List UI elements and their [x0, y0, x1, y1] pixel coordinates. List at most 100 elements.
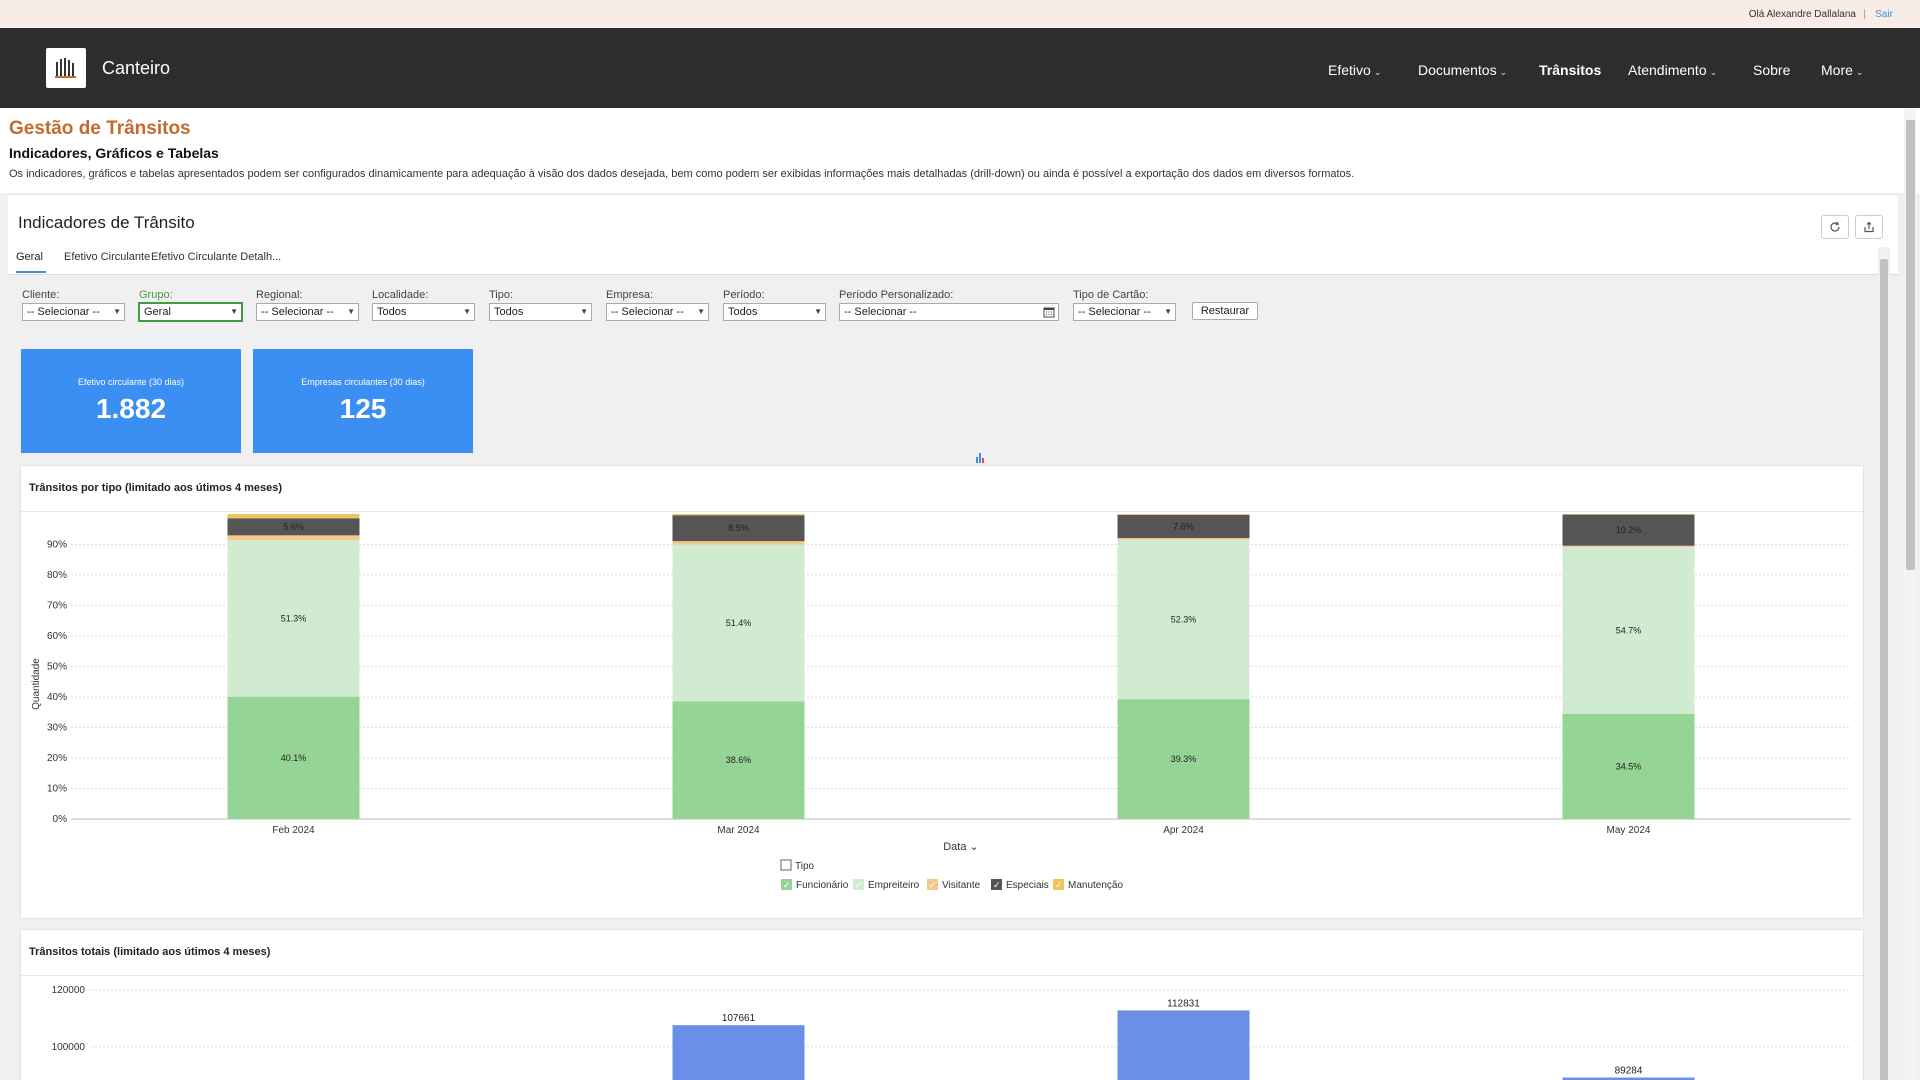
tipo-select-value: Todos — [494, 306, 524, 318]
logout-link[interactable]: Sair — [1875, 9, 1893, 20]
page-header — [0, 108, 1920, 193]
tipo-cartao-select[interactable]: -- Selecionar -- ▼ — [1073, 303, 1176, 321]
filter-periodo-personalizado-label: Período Personalizado: — [839, 289, 954, 301]
legend-title-checkbox — [780, 859, 792, 871]
bar-segment-manutencao — [672, 514, 805, 516]
periodo-select[interactable]: Todos ▼ — [723, 303, 826, 321]
localidade-select[interactable]: Todos ▼ — [372, 303, 475, 321]
kpi-value: 125 — [339, 393, 387, 424]
nav-atendimento-label: Atendimento — [1628, 62, 1707, 78]
nav-sobre[interactable]: Sobre — [1753, 62, 1790, 78]
dropdown-arrow-icon: ▼ — [463, 307, 471, 316]
kpi-empresas-circulantes[interactable]: Empresas circulantes (30 dias) 125 — [253, 349, 473, 453]
panel-scrollbar[interactable] — [1878, 247, 1890, 1080]
chart-card-transitos-por-tipo: Trânsitos por tipo (limitado aos útimos … — [20, 465, 1864, 919]
check-icon: ✓ — [993, 880, 1001, 890]
filter-periodo-label: Período: — [723, 289, 765, 301]
dropdown-arrow-icon: ▼ — [347, 307, 355, 316]
page-scrollbar[interactable] — [1904, 108, 1916, 1080]
y-tick-label: 60% — [47, 631, 67, 642]
regional-select[interactable]: -- Selecionar -- ▼ — [256, 303, 359, 321]
y-tick-label: 120000 — [52, 985, 86, 996]
bar-segment-visitante — [1117, 538, 1250, 540]
bar-chart: 100000 120000 107661 112831 89284 — [52, 985, 1851, 1080]
legend-item: Visitante — [942, 880, 981, 891]
page-title: Gestão de Trânsitos — [9, 118, 191, 139]
filter-regional-label: Regional: — [256, 289, 303, 301]
panel-scroll-thumb[interactable] — [1880, 259, 1888, 1080]
legend-title: Tipo — [795, 861, 815, 872]
x-tick-label: Mar 2024 — [717, 825, 760, 836]
y-tick-label: 50% — [47, 662, 67, 673]
periodo-personalizado-input[interactable]: -- Selecionar -- — [839, 303, 1059, 321]
chevron-down-icon: ⌄ — [1855, 67, 1864, 77]
bar-segment-manutencao — [227, 514, 360, 519]
periodo-select-value: Todos — [728, 306, 758, 318]
x-tick-label: Apr 2024 — [1163, 825, 1204, 836]
tipo-select[interactable]: Todos ▼ — [489, 303, 592, 321]
y-tick-label: 0% — [53, 814, 68, 825]
export-button[interactable] — [1855, 215, 1883, 239]
bar-segment-visitante — [1562, 545, 1695, 547]
panel-title: Indicadores de Trânsito — [18, 213, 195, 232]
dropdown-arrow-icon: ▼ — [814, 307, 822, 316]
nav-transitos-label: Trânsitos — [1539, 62, 1602, 78]
data-label: 51.3% — [281, 613, 307, 623]
data-label: 10.2% — [1616, 525, 1642, 535]
chevron-down-icon: ⌄ — [1499, 67, 1508, 77]
regional-select-value: -- Selecionar -- — [261, 306, 334, 318]
legend-item: Manutenção — [1068, 880, 1123, 891]
check-icon: ✓ — [855, 880, 863, 890]
kpi-value: 1.882 — [95, 393, 167, 424]
nav-transitos[interactable]: Trânsitos — [1539, 62, 1601, 78]
calendar-icon[interactable] — [1043, 306, 1055, 318]
filter-localidade-label: Localidade: — [372, 289, 429, 301]
dropdown-arrow-icon: ▼ — [697, 307, 705, 316]
page-description: Os indicadores, gráficos e tabelas apres… — [9, 168, 1355, 180]
nav-efetivo-label: Efetivo — [1328, 62, 1371, 78]
kpi-title: Efetivo circulante (30 dias) — [77, 377, 185, 387]
refresh-button[interactable] — [1821, 215, 1849, 239]
grupo-select[interactable]: Geral ▼ — [139, 303, 242, 321]
data-label: 38.6% — [726, 755, 752, 765]
kpi-efetivo-circulante[interactable]: Efetivo circulante (30 dias) 1.882 — [21, 349, 241, 453]
brand-logo-icon[interactable] — [46, 48, 86, 88]
y-tick-label: 90% — [47, 540, 67, 551]
x-tick-label: May 2024 — [1607, 825, 1651, 836]
stacked-bar-chart: 0% 10% 20% 30% 40% 50% 60% 70% 80% 90% Quantidade 4… — [31, 514, 1851, 891]
indicators-panel: Indicadores de Trânsito Geral Efetivo Ci… — [8, 194, 1898, 1080]
data-label: 89284 — [1615, 1066, 1643, 1077]
x-axis-label: Data ⌄ — [943, 841, 979, 853]
y-tick-label: 20% — [47, 753, 67, 764]
cliente-select-value: -- Selecionar -- — [27, 306, 100, 318]
nav-efetivo[interactable]: Efetivo ⌄ — [1328, 62, 1381, 78]
filter-cliente-label: Cliente: — [22, 289, 60, 301]
restore-button[interactable]: Restaurar — [1192, 302, 1258, 320]
filter-tipo-cartao: Tipo de Cartão: -- Selecionar -- ▼ — [1073, 289, 1176, 321]
x-tick-label: Feb 2024 — [272, 825, 315, 836]
tab-efetivo-circulante-detalhado[interactable]: Efetivo Circulante Detalh... — [151, 251, 281, 263]
refresh-icon — [1830, 221, 1840, 232]
user-bar: Olá Alexandre Dallalana | Sair — [0, 0, 1920, 28]
filter-tipo-label: Tipo: — [489, 289, 514, 301]
data-label: 112831 — [1167, 998, 1200, 1009]
empresa-select[interactable]: -- Selecionar -- ▼ — [606, 303, 709, 321]
dropdown-arrow-icon: ▼ — [230, 307, 238, 316]
kpi-title: Empresas circulantes (30 dias) — [301, 377, 425, 387]
tab-divider — [8, 274, 1898, 275]
y-tick-label: 70% — [47, 601, 67, 612]
cliente-select[interactable]: -- Selecionar -- ▼ — [22, 303, 125, 321]
check-icon: ✓ — [1055, 880, 1063, 890]
main-content: Gestão de Trânsitos Indicadores, Gráfico… — [0, 108, 1920, 1080]
tab-geral[interactable]: Geral — [16, 251, 43, 263]
nav-atendimento[interactable]: Atendimento ⌄ — [1628, 62, 1717, 78]
nav-documentos[interactable]: Documentos ⌄ — [1418, 62, 1507, 78]
nav-more[interactable]: More ⌄ — [1821, 62, 1863, 78]
page-scroll-thumb[interactable] — [1906, 120, 1915, 570]
brand-name[interactable]: Canteiro — [102, 58, 170, 79]
data-label: 7.6% — [1173, 522, 1194, 532]
data-label: 40.1% — [281, 753, 307, 763]
localidade-select-value: Todos — [377, 306, 407, 318]
data-label: 51.4% — [726, 618, 752, 628]
tab-efetivo-circulante[interactable]: Efetivo Circulante — [64, 251, 150, 263]
